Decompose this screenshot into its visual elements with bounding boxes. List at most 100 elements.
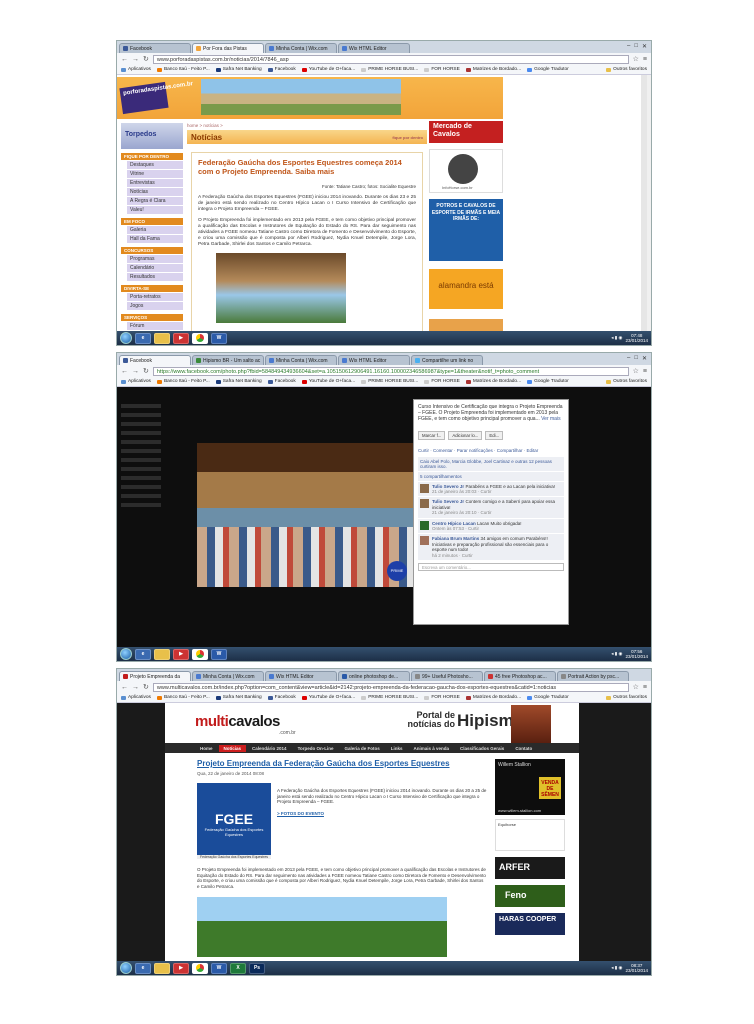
menu-item[interactable]: Jogos (127, 302, 183, 310)
tab-projeto-empreenda[interactable]: Projeto Empreenda da (119, 671, 191, 681)
word-icon[interactable]: W (211, 962, 227, 974)
menu-item[interactable]: A Regra é Clara (127, 197, 183, 205)
nav-torpedo[interactable]: Torpedo On-Line (293, 745, 339, 752)
ad-mercado-de-cavalos[interactable]: Mercado de Cavalos (429, 121, 503, 143)
site-logo[interactable]: porforadaspistas.com.br (119, 81, 193, 115)
minimize-icon[interactable]: – (627, 43, 630, 50)
reload-icon[interactable]: ↻ (143, 683, 149, 691)
article-photo[interactable] (216, 252, 346, 323)
bookmark-item[interactable]: FOR HORSE (424, 67, 460, 72)
forward-icon[interactable]: → (132, 684, 139, 691)
media-icon[interactable]: ▶ (173, 962, 189, 974)
bookmark-item[interactable]: Facebook (267, 379, 296, 384)
bookmark-item[interactable]: PRIME HORSE BUSI... (361, 67, 418, 72)
bookmark-item[interactable]: FOR HORSE (424, 695, 460, 700)
site-logo[interactable]: multicavalos (195, 713, 280, 730)
shares-count[interactable]: 5 compartilhamentos (418, 471, 564, 481)
bookmark-item[interactable]: Aplicativos (121, 695, 151, 700)
bookmark-item[interactable]: PRIME HORSE BUSI... (361, 695, 418, 700)
comment-meta[interactable]: 21 de janeiro às 20:03 · Curtir (432, 489, 492, 494)
tab-porforadaspistas[interactable]: Por Fora das Pistas (192, 43, 264, 53)
tab-wix-account[interactable]: Minha Conta | Wix.com (192, 671, 264, 681)
torpedos-box[interactable]: Torpedos (121, 123, 183, 149)
maximize-icon[interactable]: □ (634, 43, 638, 50)
nav-galeria[interactable]: Galeria de Fotos (339, 745, 384, 752)
comment-meta[interactable]: Ontem às 07:53 · Curtir (432, 526, 479, 531)
chrome-icon[interactable] (192, 648, 208, 660)
address-bar[interactable]: www.multicavalos.com.br/index.php?option… (152, 682, 629, 692)
likes-summary[interactable]: Caio Abel Polo, Marcia Globbe, Joel Cart… (418, 456, 564, 471)
ad-willem[interactable]: Willem Stallion VENDA DE SÊMEN www.wille… (495, 759, 565, 815)
scrollbar[interactable] (641, 75, 647, 331)
menu-icon[interactable]: ≡ (643, 56, 647, 63)
maximize-icon[interactable]: □ (634, 355, 638, 362)
ad-haras-cooper[interactable]: HARAS COOPER (495, 913, 565, 935)
comment-author[interactable]: Fabiana Brum Martins (432, 536, 479, 541)
excel-icon[interactable]: X (230, 962, 246, 974)
menu-item[interactable]: Vitrine (127, 170, 183, 178)
comment-author[interactable]: Tulio Severo Jr (432, 499, 464, 504)
nav-classificados[interactable]: Classificados Gerais (455, 745, 509, 752)
article-title[interactable]: Projeto Empreenda da Federação Gaúcha do… (197, 759, 487, 768)
tab-photoshop-actions[interactable]: 45 free Photoshop ac... (484, 671, 556, 681)
menu-item[interactable]: Galeria (127, 226, 183, 234)
address-bar[interactable]: www.porforadaspistas.com.br/noticias/201… (152, 54, 629, 64)
ie-icon[interactable]: e (135, 332, 151, 344)
other-bookmarks[interactable]: Outros favoritos (606, 379, 647, 384)
folder-icon[interactable] (154, 962, 170, 974)
comment-meta[interactable]: há 2 minutos · Curtir (432, 553, 473, 558)
menu-icon[interactable]: ≡ (643, 368, 647, 375)
bookmark-item[interactable]: YouTube de O+faca... (301, 67, 355, 72)
tab-facebook[interactable]: Facebook (119, 43, 191, 53)
menu-icon[interactable]: ≡ (643, 684, 647, 691)
article-photo[interactable] (197, 897, 447, 958)
forward-icon[interactable]: → (132, 368, 139, 375)
menu-item[interactable]: Notícias (127, 188, 183, 196)
bookmark-item[interactable]: YouTube de O+faca... (301, 379, 355, 384)
start-button[interactable] (120, 962, 132, 974)
tab-facebook[interactable]: Facebook (119, 355, 191, 365)
bookmark-item[interactable]: Google Tradutor (527, 695, 569, 700)
comment-author[interactable]: Centro Hípico Lacan (432, 521, 476, 526)
chrome-icon[interactable] (192, 962, 208, 974)
tab-portrait-action[interactable]: Portrait Action by psc... (557, 671, 629, 681)
tab-hipismo[interactable]: Hipismo BR - Um salto ac (192, 355, 264, 365)
star-icon[interactable]: ☆ (633, 55, 639, 63)
media-icon[interactable]: ▶ (173, 332, 189, 344)
tab-wix-editor[interactable]: Wix HTML Editor (265, 671, 337, 681)
tray-icons[interactable]: ◂ ▮ ◉ (611, 651, 622, 657)
avatar[interactable] (420, 520, 429, 530)
back-icon[interactable]: ← (121, 684, 128, 691)
ad-equihorse[interactable]: Equihorse (495, 819, 565, 851)
close-icon[interactable]: ✕ (642, 43, 647, 50)
chrome-icon[interactable] (192, 332, 208, 344)
bookmark-item[interactable]: YouTube de O+faca... (301, 695, 355, 700)
bookmark-item[interactable]: PRIME HORSE BUSI... (361, 379, 418, 384)
nav-links[interactable]: Links (386, 745, 408, 752)
bookmark-item[interactable]: Matrizes de Bordado... (465, 379, 521, 384)
word-icon[interactable]: W (211, 332, 227, 344)
add-location-button[interactable]: Adicionar lo... (448, 430, 483, 440)
edit-button[interactable]: Edi... (485, 430, 504, 440)
clock[interactable]: 08:37 23/01/2014 (625, 963, 648, 973)
clock[interactable]: 07:56 23/01/2014 (625, 649, 648, 659)
tab-wix-account[interactable]: Minha Conta | Wix.com (265, 43, 337, 53)
tab-photoshop[interactable]: online photoshop de... (338, 671, 410, 681)
bookmark-item[interactable]: Facebook (267, 695, 296, 700)
bookmark-item[interactable]: Google Tradutor (527, 67, 569, 72)
bookmark-item[interactable]: Safra Net Banking (215, 67, 262, 72)
avatar[interactable] (420, 483, 429, 493)
menu-item[interactable]: Entrevistas (127, 179, 183, 187)
close-icon[interactable]: ✕ (642, 355, 647, 362)
bookmark-item[interactable]: Facebook (267, 67, 296, 72)
nav-noticias[interactable]: Notícias (218, 744, 247, 752)
back-icon[interactable]: ← (121, 56, 128, 63)
bookmark-item[interactable]: Aplicativos (121, 379, 151, 384)
tab-photoshop-useful[interactable]: 99+ Useful Photosho... (411, 671, 483, 681)
menu-item[interactable]: Valeu! (127, 206, 183, 214)
ad-bottom[interactable] (429, 319, 503, 331)
bookmark-item[interactable]: FOR HORSE (424, 379, 460, 384)
bookmark-item[interactable]: Banco Itaú - Feito P... (156, 379, 210, 384)
breadcrumb[interactable]: home > notícias > (187, 121, 427, 130)
folder-icon[interactable] (154, 332, 170, 344)
